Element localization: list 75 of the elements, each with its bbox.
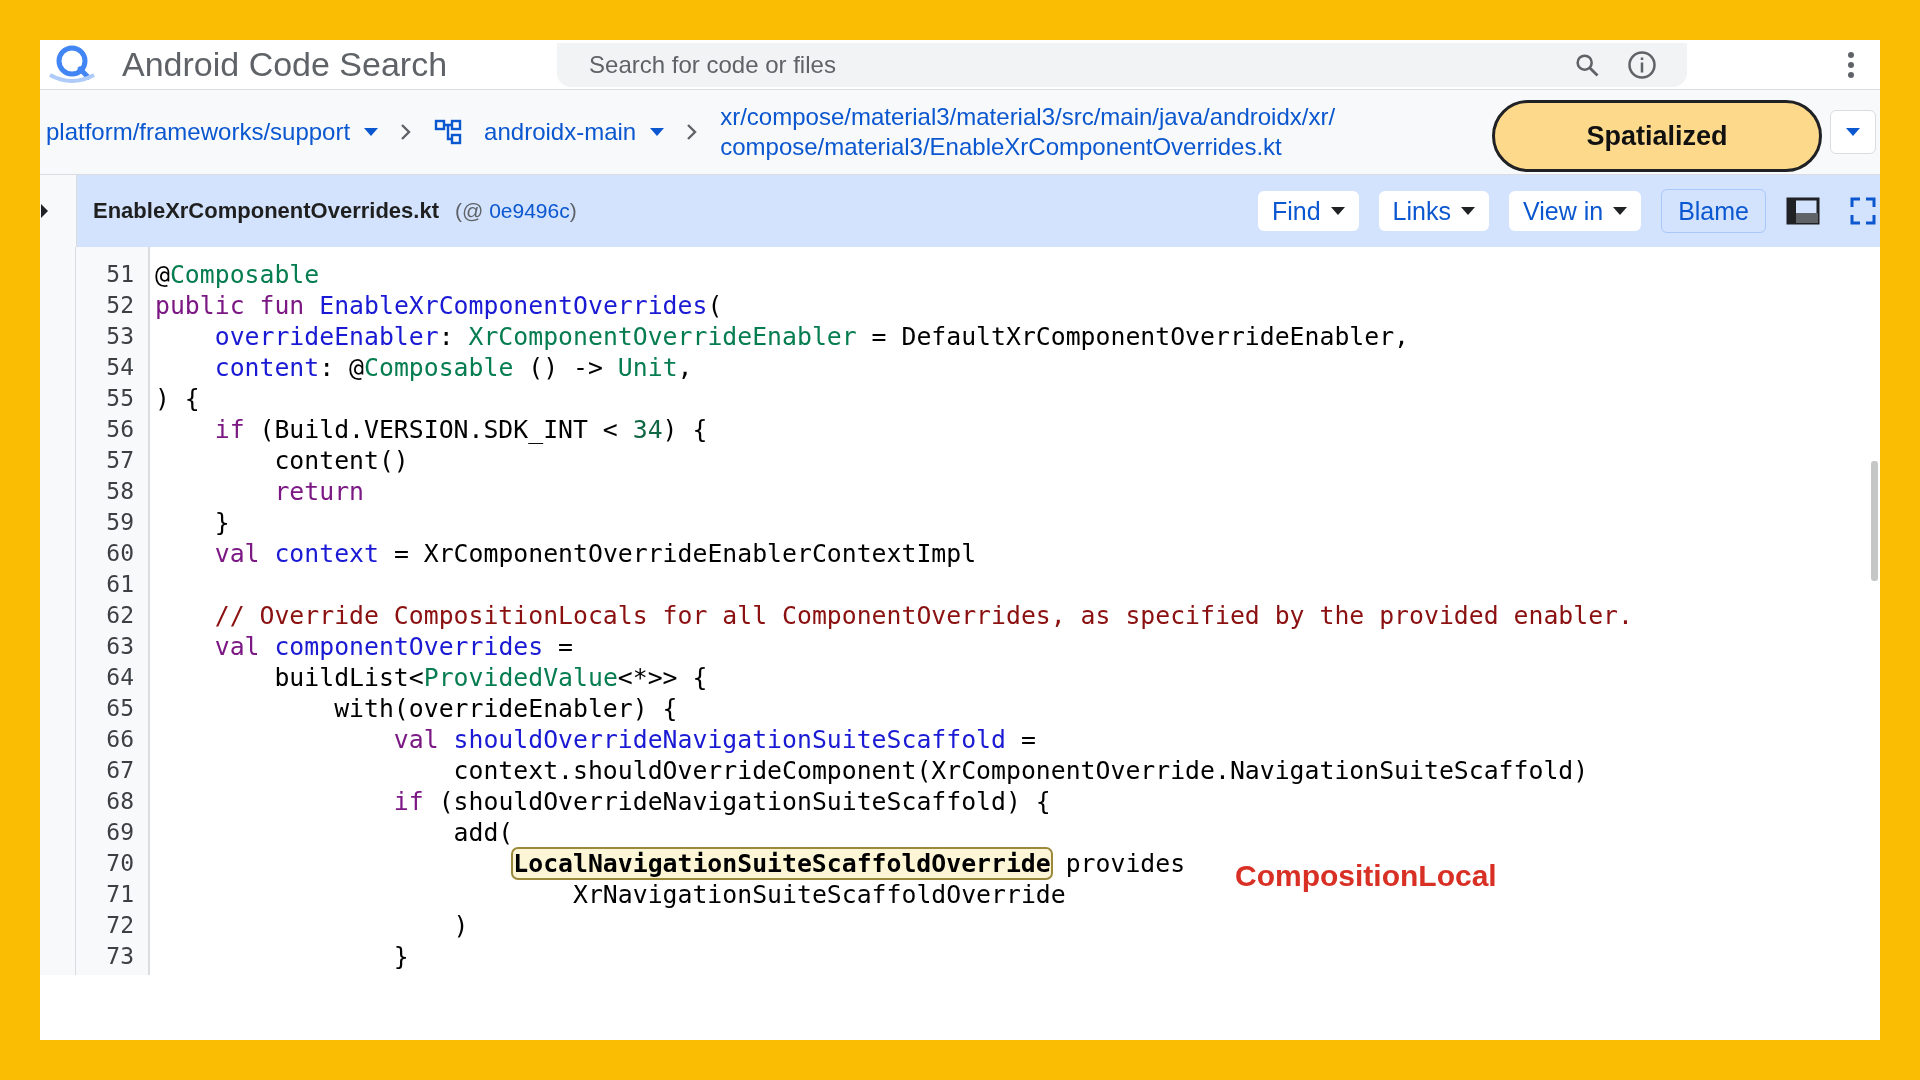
line-number: 69 [105,818,135,847]
caret-icon [1461,207,1475,215]
chevron-right-icon [686,123,699,141]
code-line: context.shouldOverrideComponent(XrComponentOverride.NavigationSuiteScaffold) [452,755,1590,786]
caret-icon [1330,207,1345,215]
annotation-label: CompositionLocal [1235,859,1497,893]
line-number: 56 [105,415,135,444]
scrollbar-thumb[interactable] [1871,461,1878,581]
search-field[interactable]: Search for code or files [557,42,1688,87]
toggle-button[interactable]: Blame [1661,189,1766,233]
line-number: 65 [105,694,135,723]
code-line: return [273,476,365,507]
caret-icon [650,128,665,136]
dropdown-button[interactable]: Find [1257,191,1359,231]
dropdown-button[interactable] [1830,110,1876,154]
more-icon[interactable] [1846,49,1856,80]
code-line: val context = XrComponentOverrideEnablerContextImpl [213,538,978,569]
branch-dropdown[interactable]: androidx-main [484,118,665,146]
spatialized-label: Spatialized [1492,100,1822,172]
code-line: with(overrideEnabler) { [333,693,679,724]
line-number: 61 [105,570,135,599]
line-number: 51 [105,260,135,289]
fullscreen-icon[interactable] [1850,197,1876,225]
code-line: content() [273,445,410,476]
search-field[interactable]: Search for code or files [587,49,1548,80]
app-title: Android Code Search [122,45,448,84]
layout-icon[interactable] [1786,197,1820,225]
code-line: overrideEnabler: XrComponentOverrideEnabler = DefaultXrComponentOverrideEnabler, [213,321,1411,352]
code-line: XrNavigationSuiteScaffoldOverride [572,879,1067,910]
code-line: val shouldOverrideNavigationSuiteScaffold = [392,724,1037,755]
dropdown-button[interactable]: Links [1378,191,1489,231]
line-number: 67 [105,756,135,785]
line-number: 55 [105,384,135,413]
caret-icon [1613,207,1628,215]
line-number: 63 [105,632,135,661]
branch-icon [434,119,463,145]
code-line: val componentOverrides = [213,631,575,662]
line-number: 66 [105,725,135,754]
line-number: 70 [105,849,135,878]
file-name: EnableXrComponentOverrides.kt [93,198,439,224]
code-line: public fun EnableXrComponentOverrides( [155,290,724,321]
file-revision[interactable]: (@ 0e9496c) [455,199,577,223]
code-line: content: @Composable () -> Unit, [213,352,694,383]
caret-icon [364,128,379,136]
logo-icon [46,44,98,85]
info-icon[interactable] [1627,49,1658,80]
line-number: 72 [105,911,135,940]
line-number: 64 [105,663,135,692]
repository-dropdown[interactable]: platform/frameworks/support [46,118,379,146]
line-number: 73 [105,942,135,971]
line-number: 60 [105,539,135,568]
line-number: 52 [105,291,135,320]
code-line: ) { [155,383,201,414]
dropdown-button[interactable]: View in [1509,191,1642,231]
code-line: if (shouldOverrideNavigationSuiteScaffold) { [392,786,1052,817]
code-line: } [213,507,231,538]
code-line: ) [452,910,470,941]
line-number: 54 [105,353,135,382]
line-number: 68 [105,787,135,816]
line-number: 59 [105,508,135,537]
file-path-link[interactable]: xr/compose/material3/material3/src/main/java/androidx/xr/ compose/material3/EnableXrComponentOverrides.kt [720,102,1336,162]
code-line: } [392,941,410,972]
line-number: 57 [105,446,135,475]
code-line: add( [452,817,515,848]
code-line: buildList<ProvidedValue<*>> { [273,662,709,693]
line-number: 62 [105,601,135,630]
code-line: // Override CompositionLocals for all ComponentOverrides, as specified by the provided enabler. [213,600,1633,631]
code-line: if (Build.VERSION.SDK_INT < 34) { [213,414,709,445]
code-line: @Composable [155,259,321,290]
chevron-right-icon [400,123,413,141]
line-number: 71 [105,880,135,909]
line-number: 58 [105,477,135,506]
caret-icon [1846,128,1860,136]
chevron-right-icon[interactable] [40,203,50,219]
line-number: 53 [105,322,135,351]
